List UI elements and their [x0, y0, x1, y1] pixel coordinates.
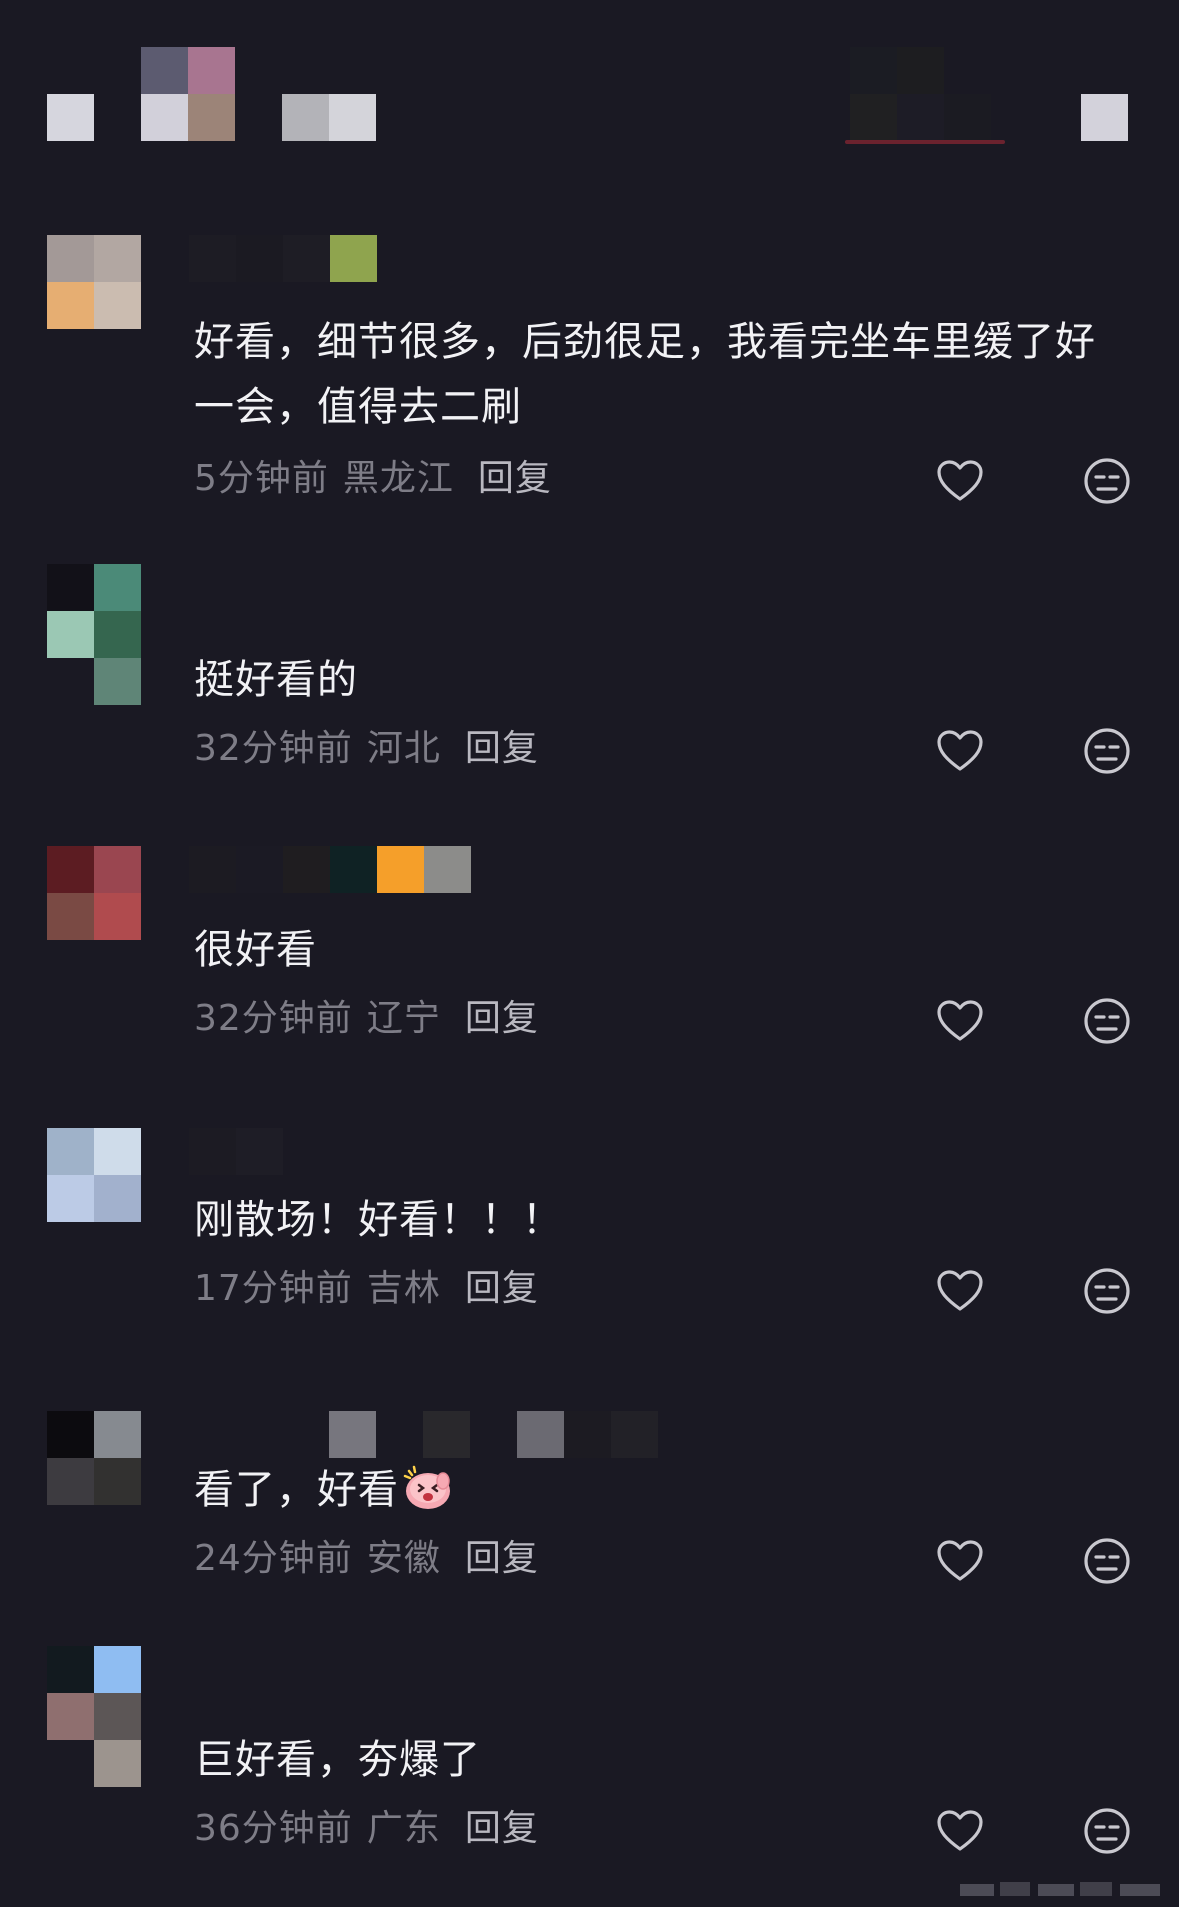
- neutral-face-icon: [1084, 1538, 1130, 1584]
- reply-button[interactable]: 回复: [465, 998, 539, 1039]
- comment-meta: 5分钟前 黑龙江 回复: [194, 454, 552, 504]
- heart-outline-icon: [937, 730, 983, 771]
- watermark-redacted: [960, 1882, 1160, 1896]
- header-title-redacted: [141, 47, 235, 141]
- comment-location: 吉林: [366, 1268, 441, 1309]
- reply-button[interactable]: 回复: [465, 1268, 539, 1309]
- dislike-button[interactable]: [1081, 455, 1133, 507]
- comment-location: 黑龙江: [342, 458, 454, 499]
- dislike-button[interactable]: [1081, 1805, 1133, 1857]
- heart-outline-icon: [937, 460, 983, 501]
- heart-outline-icon: [937, 1810, 983, 1851]
- comment-location: 广东: [366, 1808, 441, 1849]
- heart-outline-icon: [937, 1540, 983, 1581]
- comment-meta: 17分钟前 吉林 回复: [194, 1264, 539, 1314]
- comment-time: 32分钟前: [194, 998, 353, 1039]
- like-button[interactable]: [934, 1535, 986, 1587]
- avatar[interactable]: [47, 564, 141, 705]
- header-title-redacted: [47, 94, 94, 141]
- active-tab-indicator: [845, 140, 1005, 144]
- excited-face-emoji-icon: [403, 1465, 450, 1509]
- reply-button[interactable]: 回复: [465, 1538, 539, 1579]
- dislike-button[interactable]: [1081, 995, 1133, 1047]
- avatar[interactable]: [47, 1411, 141, 1505]
- avatar[interactable]: [47, 235, 141, 329]
- reply-button[interactable]: 回复: [478, 458, 552, 499]
- comment-text: 刚散场！好看！！！: [194, 1197, 563, 1243]
- comment-location: 河北: [366, 728, 441, 769]
- avatar[interactable]: [47, 846, 141, 940]
- comment-text: 好看，细节很多，后劲很足，我看完坐车里缓了好一会，值得去二刷: [194, 319, 1096, 430]
- heart-outline-icon: [937, 1000, 983, 1041]
- comment-time: 36分钟前: [194, 1808, 353, 1849]
- comment-time: 24分钟前: [194, 1538, 353, 1579]
- comment-text: 巨好看，夯爆了: [194, 1737, 481, 1783]
- like-button[interactable]: [934, 1805, 986, 1857]
- neutral-face-icon: [1084, 458, 1130, 504]
- avatar[interactable]: [47, 1646, 141, 1787]
- username-redacted[interactable]: [189, 1128, 283, 1175]
- username-redacted[interactable]: [189, 235, 377, 282]
- dislike-button[interactable]: [1081, 725, 1133, 777]
- comment-text: 看了，好看: [194, 1458, 1124, 1523]
- comment-text-content: 看了，好看: [194, 1467, 399, 1513]
- comment-location: 安徽: [366, 1538, 441, 1579]
- comment-time: 5分钟前: [194, 458, 329, 499]
- neutral-face-icon: [1084, 1808, 1130, 1854]
- comment-list-page: 好看，细节很多，后劲很足，我看完坐车里缓了好一会，值得去二刷 5分钟前 黑龙江 回复…: [0, 0, 1179, 1907]
- like-button[interactable]: [934, 1265, 986, 1317]
- like-button[interactable]: [934, 725, 986, 777]
- username-redacted[interactable]: [329, 1411, 705, 1458]
- comment-meta: 32分钟前 辽宁 回复: [194, 994, 539, 1044]
- reply-button[interactable]: 回复: [465, 1808, 539, 1849]
- comment-meta: 24分钟前 安徽 回复: [194, 1534, 539, 1584]
- neutral-face-icon: [1084, 728, 1130, 774]
- like-button[interactable]: [934, 995, 986, 1047]
- like-button[interactable]: [934, 455, 986, 507]
- header-title-redacted: [282, 94, 376, 141]
- heart-outline-icon: [937, 1270, 983, 1311]
- dislike-button[interactable]: [1081, 1535, 1133, 1587]
- comments-header: [0, 0, 1179, 170]
- comment-meta: 36分钟前 广东 回复: [194, 1804, 539, 1854]
- avatar[interactable]: [47, 1128, 141, 1222]
- header-tab-redacted[interactable]: [850, 47, 991, 141]
- neutral-face-icon: [1084, 1268, 1130, 1314]
- comment-text: 挺好看的: [194, 657, 358, 703]
- close-button-redacted[interactable]: [1081, 94, 1128, 141]
- reply-button[interactable]: 回复: [465, 728, 539, 769]
- comment-text: 很好看: [194, 927, 317, 973]
- comment-meta: 32分钟前 河北 回复: [194, 724, 539, 774]
- neutral-face-icon: [1084, 998, 1130, 1044]
- dislike-button[interactable]: [1081, 1265, 1133, 1317]
- username-redacted[interactable]: [189, 846, 471, 893]
- comment-location: 辽宁: [366, 998, 441, 1039]
- comment-time: 17分钟前: [194, 1268, 353, 1309]
- comment-time: 32分钟前: [194, 728, 353, 769]
